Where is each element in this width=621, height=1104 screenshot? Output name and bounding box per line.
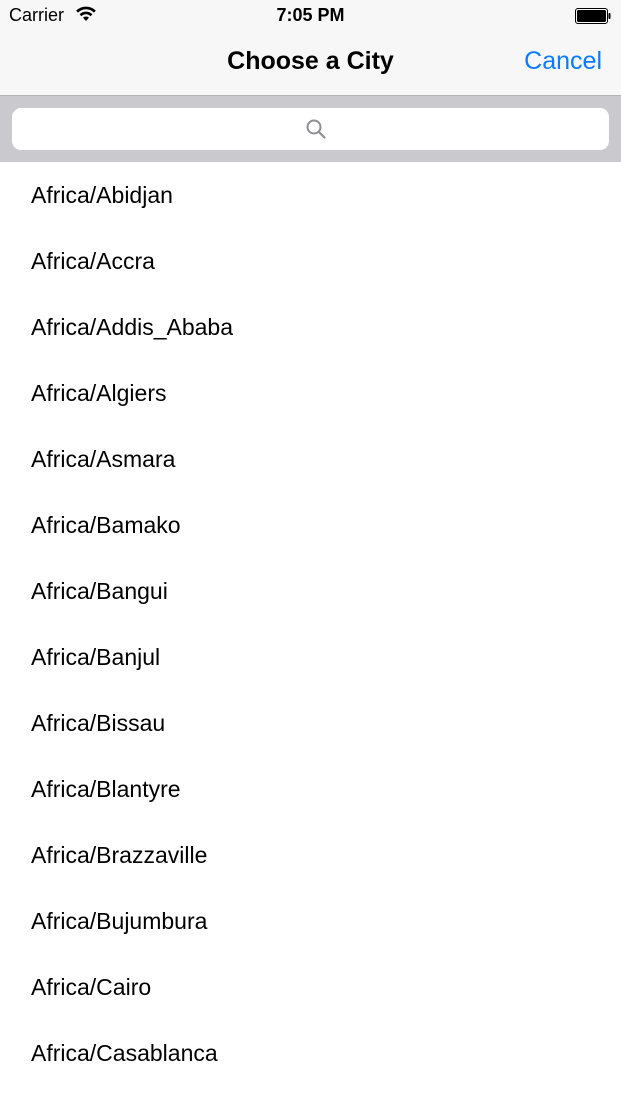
list-item[interactable]: Africa/Blantyre	[0, 756, 621, 822]
search-bar	[0, 96, 621, 162]
list-item[interactable]: Africa/Bissau	[0, 690, 621, 756]
list-item[interactable]: Africa/Bujumbura	[0, 888, 621, 954]
cancel-button[interactable]: Cancel	[524, 47, 602, 76]
navigation-bar: Choose a City Cancel	[0, 32, 621, 96]
search-icon	[306, 119, 326, 139]
list-item[interactable]: Africa/Bamako	[0, 492, 621, 558]
search-field[interactable]	[12, 108, 609, 152]
list-item[interactable]: Africa/Accra	[0, 228, 621, 294]
list-item[interactable]: Africa/Abidjan	[0, 162, 621, 228]
list-item[interactable]: Africa/Addis_Ababa	[0, 294, 621, 360]
list-item[interactable]: Africa/Cairo	[0, 954, 621, 1020]
status-time: 7:05 PM	[276, 5, 345, 25]
list-item[interactable]: Africa/Bangui	[0, 558, 621, 624]
list-item[interactable]: Africa/Banjul	[0, 624, 621, 690]
list-item[interactable]: Africa/Brazzaville	[0, 822, 621, 888]
list-item[interactable]: Africa/Casablanca	[0, 1020, 621, 1086]
city-list: Africa/Abidjan Africa/Accra Africa/Addis…	[0, 162, 621, 1104]
list-item[interactable]: Africa/Asmara	[0, 426, 621, 492]
list-item[interactable]: Africa/Algiers	[0, 360, 621, 426]
battery-icon	[575, 8, 611, 24]
status-bar: Carrier 7:05 PM	[0, 0, 621, 32]
